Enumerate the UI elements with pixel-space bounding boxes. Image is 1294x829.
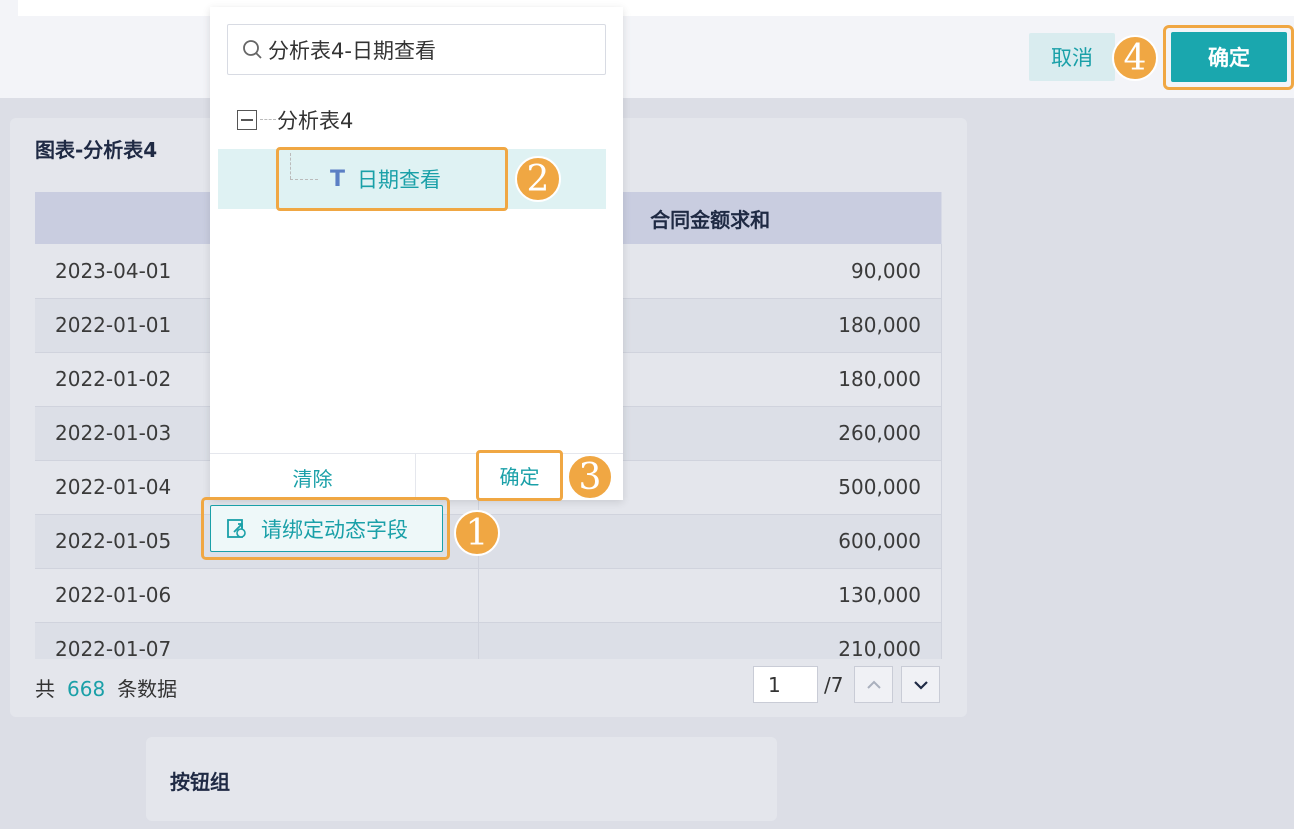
tree-connector xyxy=(290,153,291,179)
confirm-button[interactable]: 确定 xyxy=(1171,32,1287,82)
tree-connector xyxy=(260,119,276,120)
cell-amount: 210,000 xyxy=(478,622,942,659)
chevron-up-icon xyxy=(866,680,881,689)
text-type-icon: T xyxy=(330,166,346,192)
record-count: 共 668 条数据 xyxy=(35,673,177,702)
step-badge-1: 1 xyxy=(454,510,500,556)
tree-node-label: 日期查看 xyxy=(357,168,442,192)
cell-amount: 600,000 xyxy=(478,514,942,569)
tree-node-label: 分析表4 xyxy=(277,109,354,133)
page-up-button[interactable] xyxy=(854,666,893,703)
tree-node-date-view[interactable]: T 日期查看 xyxy=(330,164,441,194)
collapse-icon[interactable] xyxy=(237,110,257,130)
bind-dynamic-field-button[interactable]: 请绑定动态字段 xyxy=(210,505,443,552)
count-suffix: 条数据 xyxy=(117,677,178,701)
step-badge-2: 2 xyxy=(515,156,561,202)
table-row: 2022-01-07 210,000 xyxy=(35,622,942,659)
field-picker-panel: 分析表4 T 日期查看 清除 xyxy=(210,7,623,501)
search-input[interactable] xyxy=(268,37,598,62)
bind-button-label: 请绑定动态字段 xyxy=(261,517,408,542)
step-badge-3: 3 xyxy=(567,454,613,500)
count-prefix: 共 xyxy=(35,677,55,701)
page-down-button[interactable] xyxy=(901,666,940,703)
cell-amount: 130,000 xyxy=(478,568,942,623)
card-title: 按钮组 xyxy=(170,770,230,794)
table-row: 2022-01-06 130,000 xyxy=(35,568,942,623)
page-number-input[interactable]: 1 xyxy=(753,666,818,703)
clear-button[interactable]: 清除 xyxy=(210,454,416,501)
cancel-button[interactable]: 取消 xyxy=(1029,33,1115,81)
step-badge-4: 4 xyxy=(1112,35,1158,81)
chevron-down-icon xyxy=(913,680,928,690)
card-title: 图表-分析表4 xyxy=(35,138,158,162)
panel-confirm-button[interactable]: 确定 xyxy=(476,450,563,501)
tree-connector xyxy=(290,179,318,180)
tree-node-root[interactable]: 分析表4 xyxy=(237,105,353,135)
cell-date: 2022-01-07 xyxy=(35,622,480,659)
search-box[interactable] xyxy=(227,24,606,75)
cell-date: 2022-01-06 xyxy=(35,568,480,623)
count-number: 668 xyxy=(67,677,106,701)
page-total: /7 xyxy=(824,673,844,697)
edit-link-icon xyxy=(227,518,246,538)
search-icon xyxy=(243,39,262,59)
button-group-card: 按钮组 xyxy=(146,737,777,821)
